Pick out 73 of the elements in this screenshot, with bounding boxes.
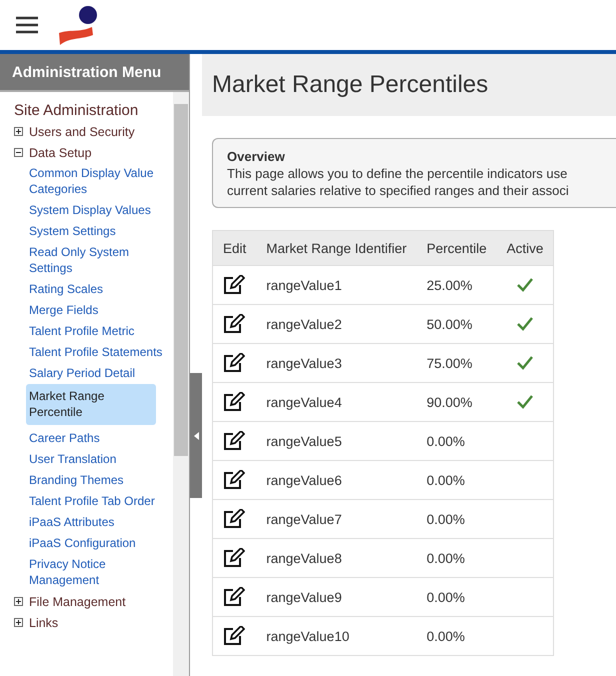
menu-group[interactable]: Users and Security [29, 124, 135, 138]
table-cell: rangeValue9 [256, 578, 417, 616]
section-heading: Site Administration [14, 102, 138, 119]
table-cell: rangeValue1 [256, 266, 417, 304]
menu-link[interactable]: System Settings [26, 221, 172, 241]
column-header: Edit [212, 230, 256, 266]
menu-link[interactable]: Read Only System Settings [26, 242, 172, 278]
menu-icon[interactable] [16, 16, 38, 34]
table-cell: rangeValue6 [256, 460, 417, 500]
table-cell: rangeValue2 [256, 304, 417, 344]
edit-icon[interactable] [223, 626, 245, 646]
overview-heading: Overview [227, 148, 286, 165]
menu-link[interactable]: Merge Fields [26, 300, 172, 320]
overview-text: current salaries relative to specified ranges and their associ [227, 182, 570, 199]
menu-link[interactable]: Career Paths [26, 428, 172, 448]
expand-icon[interactable] [14, 127, 23, 136]
edit-icon[interactable] [223, 470, 245, 490]
check-icon [517, 395, 534, 409]
expand-icon[interactable] [14, 618, 23, 627]
menu-link[interactable]: Rating Scales [26, 279, 172, 299]
table-cell: 75.00% [416, 344, 497, 382]
edit-icon[interactable] [223, 392, 245, 412]
table-cell: rangeValue3 [256, 344, 417, 382]
menu-link[interactable]: Talent Profile Tab Order [26, 491, 172, 511]
edit-icon[interactable] [223, 548, 245, 568]
check-icon [517, 356, 534, 370]
menu-group[interactable]: File Management [29, 594, 126, 608]
table-cell: 0.00% [416, 500, 497, 538]
table-cell: 0.00% [416, 578, 497, 616]
scrollbar[interactable] [173, 92, 189, 676]
menu-link[interactable]: Common Display Value Categories [26, 163, 172, 199]
page-title: Market Range Percentiles [212, 71, 488, 99]
menu-link[interactable]: Market Range Percentile [26, 384, 156, 425]
menu-link[interactable]: Branding Themes [26, 470, 172, 490]
column-header: Active [496, 230, 554, 266]
menu-link[interactable]: iPaaS Configuration [26, 533, 172, 553]
caret-icon [194, 432, 198, 440]
column-header: Percentile [416, 230, 497, 266]
menu-link[interactable]: iPaaS Attributes [26, 512, 172, 532]
menu-group[interactable]: Links [29, 616, 58, 630]
table-cell: rangeValue10 [256, 616, 417, 656]
table-cell: rangeValue8 [256, 538, 417, 578]
table-cell: 25.00% [416, 266, 497, 304]
table-cell: rangeValue5 [256, 422, 417, 460]
collapse-handle[interactable] [190, 373, 202, 498]
table-cell: 0.00% [416, 616, 497, 656]
edit-icon[interactable] [223, 353, 245, 373]
menu-group[interactable]: Data Setup [29, 146, 92, 160]
expand-icon[interactable] [14, 597, 23, 606]
table-cell: rangeValue7 [256, 500, 417, 538]
edit-icon[interactable] [223, 509, 245, 529]
table-cell: rangeValue4 [256, 382, 417, 422]
menu-link[interactable]: Talent Profile Metric [26, 321, 172, 341]
menu-link[interactable]: Privacy Notice Management [26, 554, 172, 590]
sidebar-title: Administration Menu [0, 54, 189, 92]
menu-link[interactable]: Talent Profile Statements [26, 342, 172, 362]
check-icon [517, 317, 534, 331]
edit-icon[interactable] [223, 587, 245, 607]
check-icon [517, 278, 534, 292]
overview-text: This page allows you to define the percentile indicators use [227, 165, 568, 182]
menu-link[interactable]: Salary Period Detail [26, 363, 172, 383]
edit-icon[interactable] [223, 314, 245, 334]
edit-icon[interactable] [223, 275, 245, 295]
table-cell: 0.00% [416, 422, 497, 460]
edit-icon[interactable] [223, 431, 245, 451]
collapse-icon[interactable] [14, 148, 23, 157]
table-cell: 0.00% [416, 460, 497, 500]
table-cell: 50.00% [416, 304, 497, 344]
menu-link[interactable]: System Display Values [26, 200, 172, 220]
table-cell: 0.00% [416, 538, 497, 578]
menu-link[interactable]: User Translation [26, 449, 172, 469]
column-header: Market Range Identifier [256, 230, 417, 266]
table-cell: 90.00% [416, 382, 497, 422]
